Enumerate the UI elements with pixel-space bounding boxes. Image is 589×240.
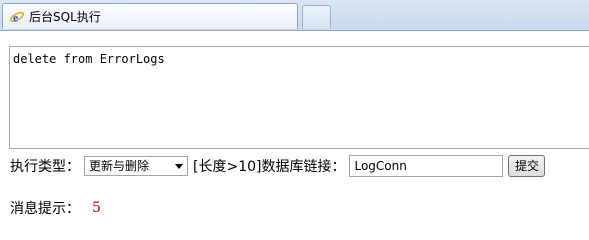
form-row: 执行类型： 更新与删除 [长度>10]数据库链接： LogConn 提交 [10, 154, 546, 178]
db-conn-input[interactable]: LogConn [349, 155, 504, 177]
chevron-down-icon [175, 164, 183, 169]
message-row: 消息提示： 5 [10, 198, 101, 218]
submit-button[interactable]: 提交 [508, 155, 546, 177]
exec-type-label: 执行类型： [10, 159, 80, 175]
svg-text:e: e [13, 10, 19, 24]
message-value: 5 [92, 200, 101, 216]
exec-type-select[interactable]: 更新与删除 [84, 156, 188, 176]
db-conn-label: [长度>10]数据库链接： [193, 159, 346, 175]
new-tab-button[interactable] [302, 5, 331, 29]
sql-textarea[interactable]: delete from ErrorLogs [9, 46, 589, 149]
browser-tab[interactable]: e 后台SQL执行 [2, 3, 298, 29]
browser-tab-strip: e 后台SQL执行 [0, 0, 589, 31]
message-label: 消息提示： [10, 201, 80, 217]
tab-title: 后台SQL执行 [29, 10, 101, 24]
ie-icon: e [9, 9, 25, 25]
exec-type-selected: 更新与删除 [89, 159, 150, 173]
